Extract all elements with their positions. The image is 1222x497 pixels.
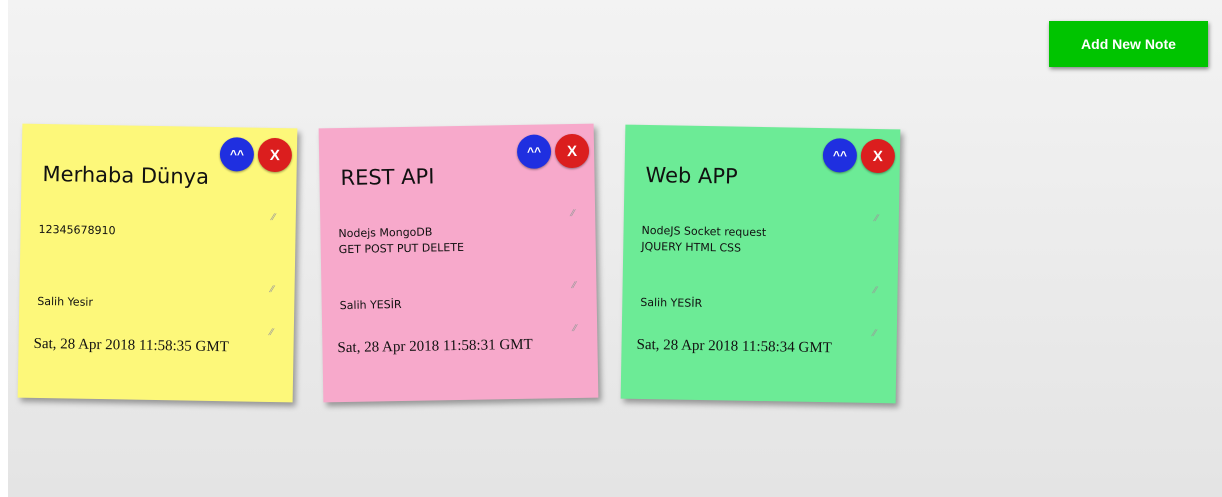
resize-grip-icon[interactable]: ⁄⁄ [873, 329, 881, 339]
resize-grip-icon[interactable]: ⁄⁄ [571, 209, 579, 219]
resize-grip-icon[interactable]: ⁄⁄ [875, 214, 883, 224]
note-title[interactable]: REST API [340, 164, 434, 190]
add-new-note-button[interactable]: Add New Note [1049, 21, 1208, 67]
note-title[interactable]: Merhaba Dünya [42, 162, 209, 189]
resize-grip-icon[interactable]: ⁄⁄ [270, 328, 278, 338]
note-author[interactable]: Salih Yesir [37, 295, 93, 309]
move-up-button[interactable]: ^^ [822, 138, 858, 173]
sticky-note[interactable]: ^^ X Web APP ⁄⁄ NodeJS Socket request JQ… [620, 124, 901, 404]
note-date[interactable]: Sat, 28 Apr 2018 11:58:31 GMT [337, 337, 533, 357]
resize-grip-icon[interactable]: ⁄⁄ [272, 213, 280, 223]
note-body[interactable]: NodeJS Socket request JQUERY HTML CSS [641, 223, 882, 259]
resize-grip-icon[interactable]: ⁄⁄ [270, 285, 278, 295]
sticky-note[interactable]: ^^ X Merhaba Dünya ⁄⁄ 12345678910 ⁄⁄ Sal… [17, 123, 298, 403]
note-author[interactable]: Salih YESİR [340, 298, 402, 312]
resize-grip-icon[interactable]: ⁄⁄ [573, 324, 581, 334]
note-date[interactable]: Sat, 28 Apr 2018 11:58:34 GMT [636, 337, 832, 357]
note-date[interactable]: Sat, 28 Apr 2018 11:58:35 GMT [33, 336, 229, 356]
resize-grip-icon[interactable]: ⁄⁄ [572, 281, 580, 291]
note-title[interactable]: Web APP [645, 163, 738, 189]
delete-note-button[interactable]: X [860, 138, 896, 174]
resize-grip-icon[interactable]: ⁄⁄ [873, 286, 881, 296]
move-up-button[interactable]: ^^ [516, 134, 552, 169]
move-up-button[interactable]: ^^ [219, 137, 255, 172]
delete-note-button[interactable]: X [554, 133, 590, 169]
note-author[interactable]: Salih YESİR [640, 296, 702, 310]
sticky-note[interactable]: ^^ X REST API ⁄⁄ Nodejs MongoDB GET POST… [318, 123, 599, 403]
delete-note-button[interactable]: X [257, 137, 293, 173]
note-body[interactable]: Nodejs MongoDB GET POST PUT DELETE [338, 222, 579, 258]
note-body[interactable]: 12345678910 [38, 222, 278, 242]
